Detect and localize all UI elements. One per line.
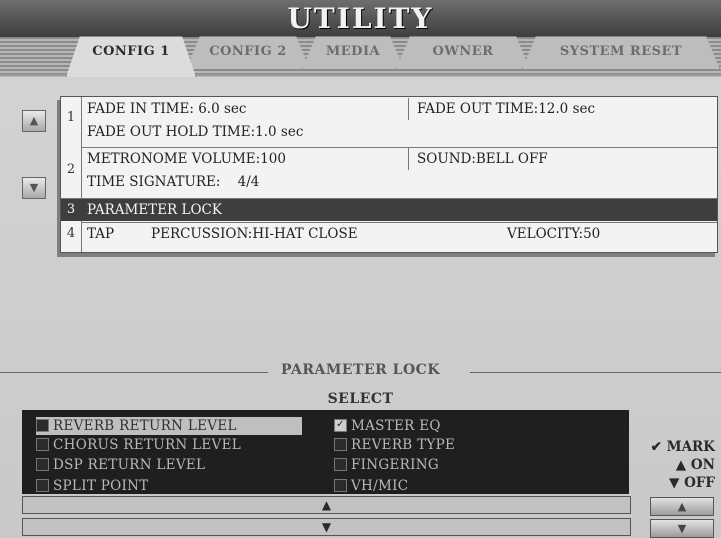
metronome-row[interactable]: METRONOME VOLUME:100 SOUND:BELL OFF: [81, 147, 717, 170]
list-scroll-up[interactable]: ▲: [22, 496, 631, 514]
parameter-lock-row[interactable]: 3 PARAMETER LOCK: [61, 198, 717, 221]
group-number-3: 3: [66, 202, 76, 217]
off-label: ▼ OFF: [668, 475, 715, 491]
list-down-button[interactable]: ▼: [22, 177, 46, 199]
checkbox[interactable]: [36, 419, 49, 432]
parameter-lock-label: PARAMETER LOCK: [87, 202, 222, 218]
checkbox[interactable]: [334, 479, 347, 492]
checkbox[interactable]: [36, 438, 49, 451]
group-number-1: 1: [66, 110, 76, 125]
metronome-sound[interactable]: SOUND:BELL OFF: [411, 148, 548, 170]
list-item-split-point[interactable]: SPLIT POINT: [36, 477, 149, 495]
list-item-master-eq[interactable]: ✓ MASTER EQ: [334, 417, 441, 435]
triangle-down-icon: ▼: [677, 522, 687, 535]
scroll-down-icon: ▼: [321, 520, 332, 534]
tab-config1[interactable]: CONFIG 1: [66, 36, 196, 77]
tab-system-reset[interactable]: SYSTEM RESET: [522, 36, 720, 69]
list-item-reverb-return-level[interactable]: REVERB RETURN LEVEL: [36, 417, 302, 435]
list-item-dsp-return-level[interactable]: DSP RETURN LEVEL: [36, 456, 205, 474]
list-item-fingering[interactable]: FINGERING: [334, 456, 439, 474]
fade-out-hold-time[interactable]: FADE OUT HOLD TIME:1.0 sec: [81, 121, 303, 143]
checkbox[interactable]: [36, 458, 49, 471]
triangle-up-icon: ▲: [675, 457, 691, 473]
utility-screen: UTILITY CONFIG 1 CONFIG 2 MEDIA OWNER SY…: [0, 0, 721, 538]
tap-velocity[interactable]: VELOCITY:50: [501, 223, 600, 245]
scroll-up-icon: ▲: [321, 498, 332, 512]
list-item-reverb-type[interactable]: REVERB TYPE: [334, 436, 455, 454]
mark-on-button[interactable]: ▲: [650, 497, 714, 516]
check-mark-icon: ✔: [650, 439, 667, 455]
page-title: UTILITY: [287, 2, 434, 35]
list-scroll-down[interactable]: ▼: [22, 518, 631, 536]
group-number-4: 4: [66, 226, 76, 241]
tap-row[interactable]: TAP PERCUSSION:HI-HAT CLOSE VELOCITY:50: [81, 222, 717, 245]
tab-owner[interactable]: OWNER: [396, 36, 530, 69]
fade-out-time[interactable]: FADE OUT TIME:12.0 sec: [411, 98, 595, 120]
tab-config2[interactable]: CONFIG 2: [186, 36, 310, 69]
fade-time-row[interactable]: FADE IN TIME: 6.0 sec FADE OUT TIME:12.0…: [81, 98, 717, 120]
list-up-button[interactable]: ▲: [22, 110, 46, 132]
mark-off-button[interactable]: ▼: [650, 519, 714, 538]
triangle-down-icon: ▼: [29, 181, 39, 194]
checkbox[interactable]: [334, 458, 347, 471]
time-signature[interactable]: TIME SIGNATURE: 4/4: [81, 171, 259, 193]
list-item-chorus-return-level[interactable]: CHORUS RETURN LEVEL: [36, 436, 241, 454]
triangle-up-icon: ▲: [29, 114, 39, 127]
checkbox[interactable]: [36, 479, 49, 492]
checkbox[interactable]: [334, 438, 347, 451]
triangle-down-icon: ▼: [668, 475, 685, 491]
title-bar: UTILITY: [0, 0, 721, 40]
on-label: ▲ ON: [675, 457, 715, 473]
triangle-up-icon: ▲: [677, 500, 687, 513]
tab-media[interactable]: MEDIA: [302, 36, 404, 69]
tap-label: TAP: [87, 226, 115, 242]
time-signature-row[interactable]: TIME SIGNATURE: 4/4: [81, 171, 717, 193]
section-title: PARAMETER LOCK: [281, 362, 440, 378]
column-divider: [408, 148, 409, 170]
list-item-vh-mic[interactable]: VH/MIC: [334, 477, 408, 495]
config-list-panel: 1 FADE IN TIME: 6.0 sec FADE OUT TIME:12…: [60, 96, 718, 253]
check-mark-icon[interactable]: ✓: [334, 419, 347, 432]
fade-in-time[interactable]: FADE IN TIME: 6.0 sec: [81, 98, 246, 120]
select-label: SELECT: [327, 391, 394, 407]
column-divider: [408, 98, 409, 120]
metronome-volume[interactable]: METRONOME VOLUME:100: [81, 148, 286, 170]
group-number-2: 2: [66, 162, 76, 177]
mark-label: ✔ MARK: [650, 439, 715, 455]
fade-out-hold-row[interactable]: FADE OUT HOLD TIME:1.0 sec: [81, 121, 717, 143]
parameter-lock-list: REVERB RETURN LEVEL CHORUS RETURN LEVEL …: [22, 410, 629, 494]
tap-percussion[interactable]: PERCUSSION:HI-HAT CLOSE: [145, 223, 358, 245]
